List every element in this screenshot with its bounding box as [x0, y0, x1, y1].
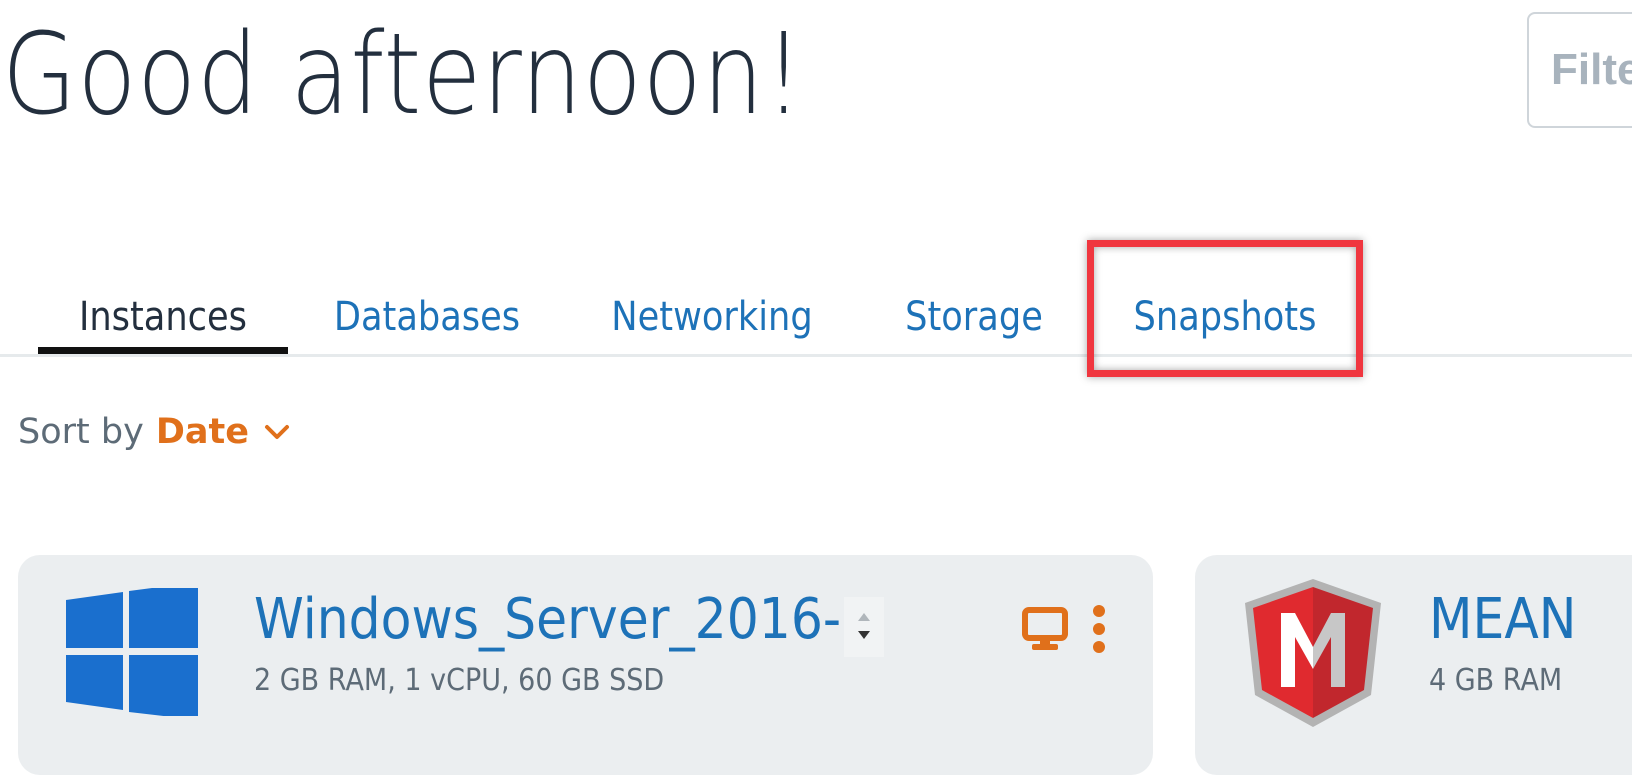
sort-label: Sort by [18, 412, 144, 452]
sort-value: Date [155, 412, 249, 452]
sort-dropdown[interactable]: Sort by Date [18, 412, 291, 452]
instance-name-link[interactable]: MEAN [1429, 587, 1577, 652]
instance-card[interactable]: Windows_Server_2016-1 2 GB RAM, 1 vCPU, … [18, 555, 1153, 775]
instance-name-link[interactable]: Windows_Server_2016-1 [254, 587, 873, 652]
tab-networking[interactable]: Networking [605, 280, 820, 354]
tab-instances[interactable]: Instances [53, 280, 273, 354]
tab-bar: Instances Databases Networking Storage S… [0, 280, 1632, 357]
filter-input[interactable]: Filter by name, location, tag, or type [1527, 12, 1632, 128]
tab-storage[interactable]: Storage [902, 280, 1046, 354]
name-scroll-stepper[interactable] [844, 597, 884, 657]
mean-stack-logo-icon [1245, 579, 1381, 727]
snapshots-highlight-box [1087, 240, 1363, 377]
filter-placeholder: Filter by name, location, tag, or type [1551, 45, 1632, 94]
active-tab-indicator [38, 347, 288, 354]
instance-card[interactable]: MEAN 4 GB RAM [1195, 555, 1632, 775]
instance-specs: 2 GB RAM, 1 vCPU, 60 GB SSD [254, 663, 665, 698]
more-options-icon[interactable] [1091, 603, 1107, 655]
windows-logo-icon [66, 588, 198, 716]
connect-rdp-icon[interactable] [1022, 607, 1068, 651]
instance-specs: 4 GB RAM [1429, 663, 1563, 698]
page-greeting: Good afternoon! [2, 10, 804, 140]
chevron-down-icon [264, 425, 289, 439]
tab-databases[interactable]: Databases [331, 280, 523, 354]
